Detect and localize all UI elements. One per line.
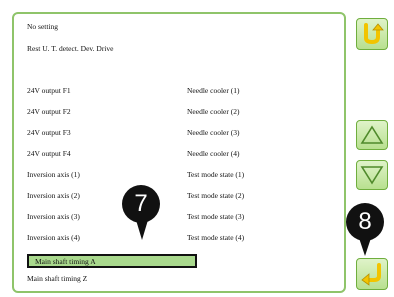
- list-item-24v-f4[interactable]: 24V output F4: [27, 149, 71, 159]
- list-item-needle-3[interactable]: Needle cooler (3): [187, 128, 239, 138]
- list-item-test-mode-2[interactable]: Test mode state (2): [187, 191, 244, 201]
- list-item-test-mode-3[interactable]: Test mode state (3): [187, 212, 244, 222]
- item-list-panel: No setting Rest U. T. detect. Dev. Drive…: [12, 12, 346, 293]
- list-item-needle-1[interactable]: Needle cooler (1): [187, 86, 239, 96]
- list-item-24v-f3[interactable]: 24V output F3: [27, 128, 71, 138]
- list-item-main-shaft-a-selected[interactable]: Main shaft timing A: [27, 254, 197, 268]
- scroll-down-button[interactable]: [356, 160, 388, 190]
- return-arrow-icon: [364, 23, 384, 45]
- enter-button[interactable]: [356, 258, 388, 290]
- list-item-24v-f2[interactable]: 24V output F2: [27, 107, 71, 117]
- list-item-inversion-3[interactable]: Inversion axis (3): [27, 212, 80, 222]
- triangle-down-icon: [360, 166, 384, 185]
- triangle-up-icon: [360, 125, 384, 144]
- list-item-rest-ut-detect[interactable]: Rest U. T. detect. Dev. Drive: [27, 44, 114, 54]
- list-item-needle-4[interactable]: Needle cooler (4): [187, 149, 239, 159]
- list-item-inversion-1[interactable]: Inversion axis (1): [27, 170, 80, 180]
- callout-pointer-8: [359, 238, 371, 256]
- callout-pointer-7: [136, 220, 148, 240]
- list-item-no-setting[interactable]: No setting: [27, 22, 58, 32]
- list-item-main-shaft-z[interactable]: Main shaft timing Z: [27, 274, 87, 284]
- callout-badge-8: 8: [346, 203, 384, 241]
- enter-arrow-icon: [361, 263, 381, 286]
- list-item-inversion-2[interactable]: Inversion axis (2): [27, 191, 80, 201]
- list-item-needle-2[interactable]: Needle cooler (2): [187, 107, 239, 117]
- list-item-24v-f1[interactable]: 24V output F1: [27, 86, 71, 96]
- list-item-test-mode-1[interactable]: Test mode state (1): [187, 170, 244, 180]
- list-item-test-mode-4[interactable]: Test mode state (4): [187, 233, 244, 243]
- list-item-inversion-4[interactable]: Inversion axis (4): [27, 233, 80, 243]
- scroll-up-button[interactable]: [356, 120, 388, 150]
- callout-badge-7: 7: [122, 185, 160, 223]
- return-button[interactable]: [356, 18, 388, 50]
